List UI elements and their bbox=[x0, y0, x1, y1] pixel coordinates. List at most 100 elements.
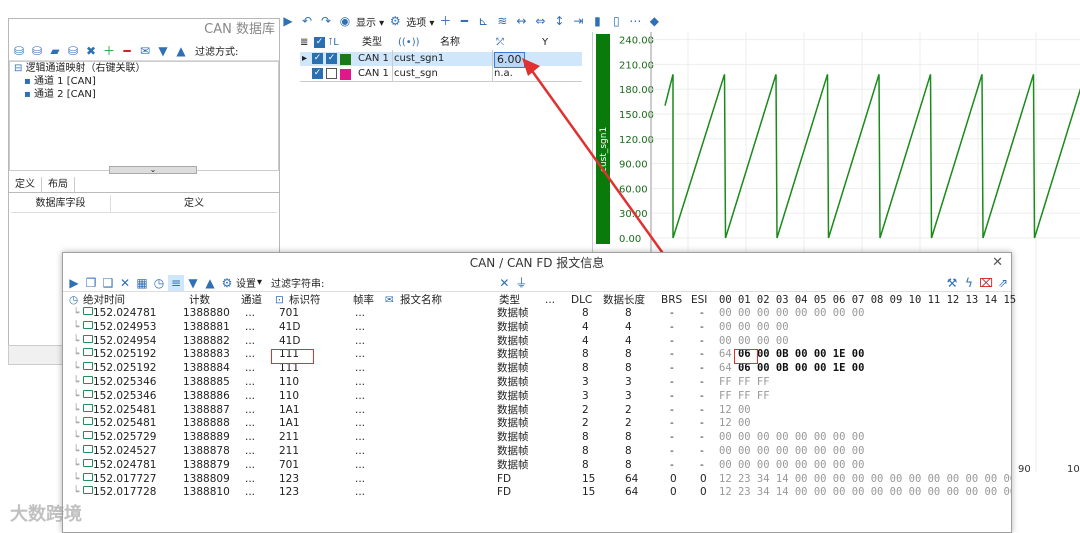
message-row[interactable]: ┕ 152.024527 1388878... 211... 数据帧 8 8- -00 00 … bbox=[63, 445, 1011, 459]
message-toolbar: ▶ ❐ ❑ ✕ ▦ ◷ ≡ ▼ ▲ ⚙ 设置 ▾ 过滤字符串: ✕ ⏚ ⚒ ϟ … bbox=[63, 274, 1011, 292]
cell-count: 1388810 bbox=[183, 486, 230, 499]
filter-input[interactable] bbox=[325, 276, 495, 290]
col-esi[interactable]: ESI bbox=[691, 293, 707, 307]
cell-id: 1A1 bbox=[279, 403, 300, 416]
gear-icon[interactable]: ⚙ bbox=[219, 275, 235, 291]
delete-icon[interactable]: ⌧ bbox=[978, 275, 994, 291]
wrench-icon[interactable]: ⚒ bbox=[944, 275, 960, 291]
cell-brs: 0 bbox=[670, 486, 677, 499]
cell-data: 00 00 00 00 bbox=[719, 320, 789, 333]
cell-time: 152.025346 bbox=[93, 376, 157, 388]
cell-dlc: 8 bbox=[582, 458, 589, 471]
cell-count: 1388881 bbox=[183, 320, 230, 333]
message-row[interactable]: ┕ 152.024781 1388880... 701... 数据帧 8 8- -00 00 … bbox=[63, 307, 1011, 321]
cell-rate: ... bbox=[355, 403, 366, 416]
cell-ch: ... bbox=[245, 389, 256, 402]
col-name[interactable]: 报文名称 bbox=[400, 293, 442, 307]
cell-dlc: 8 bbox=[582, 348, 589, 361]
cell-time: 152.025481 bbox=[93, 417, 157, 430]
message-row[interactable]: ┕ 152.024954 1388882... 41D... 数据帧 4 4- -00 00 … bbox=[63, 334, 1011, 349]
filter-icon[interactable]: ⏚ bbox=[513, 275, 529, 291]
cell-time: 152.024781 bbox=[93, 458, 157, 471]
arrow-down-icon[interactable]: ▼ bbox=[185, 275, 201, 291]
clear-filter-icon[interactable]: ✕ bbox=[496, 275, 512, 291]
cell-len: 8 bbox=[625, 445, 632, 457]
col-type[interactable]: 类型 bbox=[499, 293, 520, 307]
calc-icon[interactable]: ▦ bbox=[134, 275, 150, 291]
clock-icon[interactable]: ◷ bbox=[151, 275, 167, 291]
cell-time: 152.017727 bbox=[93, 472, 157, 485]
col-identifier[interactable]: 标识符 bbox=[289, 293, 321, 307]
cell-count: 1388886 bbox=[183, 389, 230, 402]
message-row[interactable]: ┕ 152.025729 1388889... 211... 数据帧 8 8- -00 00 … bbox=[63, 431, 1011, 445]
col-bytes: 00 01 02 03 04 05 06 07 08 09 10 11 12 1… bbox=[719, 294, 1017, 306]
col-time[interactable]: 绝对时间 bbox=[83, 293, 125, 307]
export-icon[interactable]: ⇗ bbox=[995, 275, 1011, 291]
col-dlc[interactable]: DLC bbox=[571, 293, 592, 307]
cell-len: 64 bbox=[625, 486, 639, 499]
message-row[interactable]: ┕ 152.025481 1388887... 1A1... 数据帧 2 2- -12 00 bbox=[63, 403, 1011, 418]
cell-data: 64 06 00 0B 00 00 1E 00 bbox=[719, 362, 865, 375]
paste-icon[interactable]: ❑ bbox=[100, 275, 116, 291]
cell-id: 211 bbox=[279, 445, 300, 457]
cell-id: 701 bbox=[279, 458, 300, 471]
cell-brs: - bbox=[670, 334, 674, 347]
message-row[interactable]: ┕ 152.025481 1388888... 1A1... 数据帧 2 2- -12 00 bbox=[63, 417, 1011, 431]
cell-esi: - bbox=[700, 362, 704, 375]
sort-icon[interactable]: ≡ bbox=[168, 274, 184, 291]
cell-brs: - bbox=[670, 458, 674, 471]
cell-data: 12 00 bbox=[719, 403, 751, 416]
cell-count: 1388887 bbox=[183, 403, 230, 416]
arrow-up-icon[interactable]: ▲ bbox=[202, 275, 218, 291]
cell-id: 41D bbox=[279, 320, 301, 333]
message-row[interactable]: ┕ 152.025346 1388886... 110... 数据帧 3 3- - FF FF … bbox=[63, 389, 1011, 404]
col-data-length[interactable]: 数据长度 bbox=[603, 293, 645, 307]
cell-rate: ... bbox=[355, 417, 366, 430]
col-more[interactable]: ... bbox=[545, 293, 555, 307]
copy-icon[interactable]: ❐ bbox=[83, 275, 99, 291]
close-icon[interactable]: ✕ bbox=[992, 255, 1003, 270]
col-brs[interactable]: BRS bbox=[661, 293, 682, 307]
cell-ch: ... bbox=[245, 320, 256, 333]
cell-id: 110 bbox=[279, 389, 300, 402]
annotation-arrow-head bbox=[522, 58, 540, 76]
message-row[interactable]: ┕ 152.024781 1388879... 701... 数据帧 8 8- -00 00 … bbox=[63, 458, 1011, 473]
message-row[interactable]: ┕ 152.024953 1388881... 41D... 数据帧 4 4- -00 00 … bbox=[63, 320, 1011, 335]
cell-data: 12 00 bbox=[719, 417, 751, 430]
cell-len: 3 bbox=[625, 389, 632, 402]
cell-id: 123 bbox=[279, 486, 300, 499]
cell-type: 数据帧 bbox=[497, 376, 529, 388]
mail-icon bbox=[83, 472, 93, 481]
mail-icon bbox=[83, 431, 93, 440]
cell-brs: - bbox=[670, 431, 674, 444]
col-channel[interactable]: 通道 bbox=[241, 293, 262, 307]
play-icon[interactable]: ▶ bbox=[66, 275, 82, 291]
cell-type: 数据帧 bbox=[497, 431, 529, 444]
cell-ch: ... bbox=[245, 445, 256, 457]
message-row[interactable]: ┕ 152.025192 1388884... 111... 数据帧 8 8- -64 06 … bbox=[63, 362, 1011, 376]
message-row[interactable]: ┕ 152.025192 1388883... 111... 数据帧 8 8- -64 06 … bbox=[63, 348, 1011, 362]
mail-icon bbox=[83, 417, 93, 426]
cell-type: 数据帧 bbox=[497, 445, 529, 457]
cell-esi: - bbox=[700, 334, 704, 347]
message-row[interactable]: ┕ 152.017728 1388810... 123... FD 15 64 0 0 12 23… bbox=[63, 486, 1011, 500]
cell-rate: ... bbox=[355, 362, 366, 375]
mail-icon bbox=[83, 307, 93, 315]
close-icon[interactable]: ✕ bbox=[117, 275, 133, 291]
cell-rate: ... bbox=[355, 458, 366, 471]
cell-dlc: 2 bbox=[582, 417, 589, 430]
cell-dlc: 4 bbox=[582, 320, 589, 333]
cell-esi: - bbox=[700, 445, 704, 457]
cell-rate: ... bbox=[355, 334, 366, 347]
message-row[interactable]: ┕ 152.025346 1388885... 110... 数据帧 3 3- - FF FF … bbox=[63, 376, 1011, 390]
lightning-icon[interactable]: ϟ bbox=[961, 275, 977, 291]
settings-menu[interactable]: 设置 bbox=[236, 275, 256, 290]
message-row[interactable]: ┕ 152.017727 1388809... 123... FD 15 64 0 0 12 23… bbox=[63, 472, 1011, 487]
cell-dlc: 3 bbox=[582, 389, 589, 402]
cell-rate: ... bbox=[355, 307, 366, 319]
cell-ch: ... bbox=[245, 486, 256, 499]
cell-len: 8 bbox=[625, 458, 632, 471]
mail-icon bbox=[83, 458, 93, 467]
col-count[interactable]: 计数 bbox=[189, 293, 210, 307]
col-rate[interactable]: 帧率 bbox=[353, 293, 374, 307]
